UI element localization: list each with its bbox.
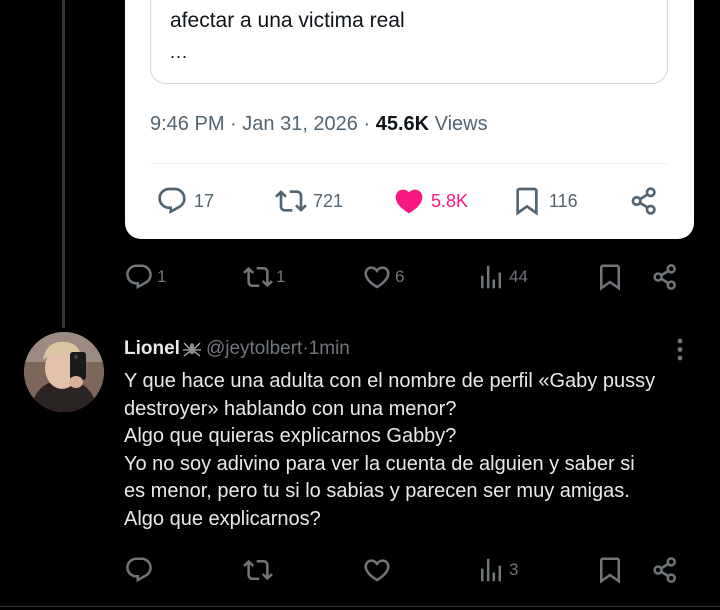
reply-text-line: Yo no soy adivino para ver la cuenta de … — [124, 452, 635, 475]
reply-text-line: destroyer» hablando con una menor? — [124, 397, 457, 420]
quoted-repost-button[interactable]: 721 — [275, 184, 343, 218]
nested-quote-text: afectar a una victima real — [170, 9, 405, 32]
bookmark-icon — [511, 185, 543, 217]
reply-count: 1 — [157, 267, 167, 286]
meta-separator: · — [224, 113, 243, 135]
views-button[interactable]: 3 — [476, 555, 518, 585]
reply-text: Y que hace una adulta con el nombre de p… — [124, 368, 709, 533]
repost-button[interactable]: 1 — [243, 262, 285, 292]
quoted-like-button[interactable]: 5.8K — [393, 184, 468, 218]
views-count: 44 — [509, 267, 528, 286]
like-count: 5.8K — [431, 190, 469, 211]
like-button[interactable] — [362, 555, 395, 585]
views-label: Views — [429, 113, 488, 135]
reply-text-line: Algo que quieras explicarnos Gabby? — [124, 425, 457, 447]
heart-icon — [362, 555, 392, 585]
quoted-post-card[interactable]: afectar a una victima real ... 9:46 PM ·… — [125, 0, 694, 239]
divider — [0, 606, 720, 607]
bookmark-icon — [595, 262, 625, 292]
post-time[interactable]: 9:46 PM — [150, 113, 224, 135]
spider-icon — [182, 340, 202, 358]
views-icon — [476, 262, 506, 292]
heart-icon — [393, 185, 425, 217]
bookmark-count: 116 — [549, 190, 578, 211]
bookmark-button[interactable] — [595, 262, 628, 292]
reply-icon — [124, 555, 154, 585]
display-name[interactable]: Lionel — [124, 338, 180, 360]
reply-text-line: Algo que explicarnos? — [124, 507, 321, 530]
share-icon — [628, 185, 660, 217]
avatar[interactable] — [24, 332, 104, 412]
nested-quote-ellipsis: ... — [170, 42, 189, 62]
reply-text-line: Y que hace una adulta con el nombre de p… — [124, 370, 656, 392]
reply-icon — [124, 262, 154, 292]
post-metadata: 9:46 PM · Jan 31, 2026 · 45.6K Views — [150, 113, 488, 136]
share-button[interactable] — [650, 555, 683, 585]
heart-icon — [362, 262, 392, 292]
share-button[interactable] — [650, 262, 683, 292]
avatar-image — [24, 332, 104, 412]
like-button[interactable]: 6 — [362, 262, 404, 292]
thread-connector-line — [62, 0, 65, 328]
quoted-share-button[interactable] — [628, 184, 666, 218]
repost-count: 721 — [313, 190, 344, 211]
post-date[interactable]: Jan 31, 2026 — [242, 113, 358, 135]
repost-count: 1 — [276, 267, 286, 286]
views-count: 3 — [509, 560, 519, 579]
repost-icon — [275, 185, 307, 217]
views-count: 45.6K — [375, 113, 430, 135]
more-options-button[interactable] — [668, 336, 692, 364]
user-handle[interactable]: @jeytolbert — [206, 338, 302, 360]
views-icon — [476, 555, 506, 585]
bookmark-icon — [595, 555, 625, 585]
nested-quote-box[interactable]: afectar a una victima real ... — [150, 0, 668, 84]
reply-button[interactable] — [124, 555, 157, 585]
repost-icon — [243, 262, 273, 292]
repost-icon — [243, 555, 273, 585]
reply-icon — [156, 185, 188, 217]
like-count: 6 — [395, 267, 405, 286]
reply-author[interactable]: Lionel @jeytolbert · 1min — [124, 338, 350, 360]
divider — [150, 163, 668, 164]
views-button[interactable]: 44 — [476, 262, 528, 292]
reply-button[interactable]: 1 — [124, 262, 166, 292]
more-icon — [677, 338, 683, 361]
quoted-reply-button[interactable]: 17 — [156, 184, 214, 218]
reply-text-line: es menor, pero tu si lo sabias y parecen… — [124, 480, 630, 502]
share-icon — [650, 262, 680, 292]
repost-button[interactable] — [243, 555, 276, 585]
bookmark-button[interactable] — [595, 555, 628, 585]
meta-separator: · — [357, 113, 376, 135]
quoted-bookmark-button[interactable]: 116 — [511, 184, 578, 218]
share-icon — [650, 555, 680, 585]
reply-count: 17 — [194, 190, 215, 211]
post-time[interactable]: 1min — [309, 338, 350, 360]
